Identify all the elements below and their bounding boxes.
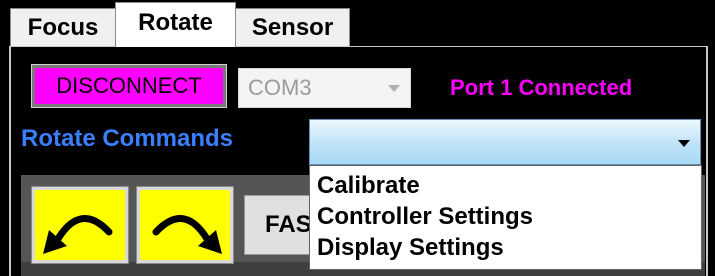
rotate-ccw-button[interactable]	[31, 186, 129, 264]
panel-border-left	[9, 46, 11, 276]
rotate-commands-label: Rotate Commands	[21, 125, 234, 152]
tab-focus[interactable]: Focus	[10, 8, 116, 46]
rotate-commands-dropdown: Calibrate Controller Settings Display Se…	[309, 165, 702, 270]
connection-status: Port 1 Connected	[450, 75, 633, 100]
chevron-down-icon	[678, 140, 690, 147]
tab-rotate[interactable]: Rotate	[115, 2, 236, 47]
rotate-cw-button[interactable]	[136, 186, 234, 264]
rotate-commands-select[interactable]	[309, 119, 701, 165]
dropdown-item-calibrate[interactable]: Calibrate	[317, 171, 420, 201]
tab-sensor[interactable]: Sensor	[235, 8, 350, 46]
disconnect-button[interactable]: DISCONNECT	[31, 64, 227, 108]
dropdown-item-controller-settings[interactable]: Controller Settings	[317, 202, 533, 232]
arrow-cw-icon	[152, 215, 222, 254]
chevron-down-icon	[388, 85, 400, 92]
panel-border-top	[9, 46, 708, 47]
dropdown-item-display-settings[interactable]: Display Settings	[317, 233, 504, 263]
port-select-value: COM3	[248, 75, 312, 100]
port-select[interactable]: COM3	[238, 68, 411, 108]
arrow-ccw-icon	[43, 215, 113, 254]
panel-border-right	[706, 46, 708, 276]
